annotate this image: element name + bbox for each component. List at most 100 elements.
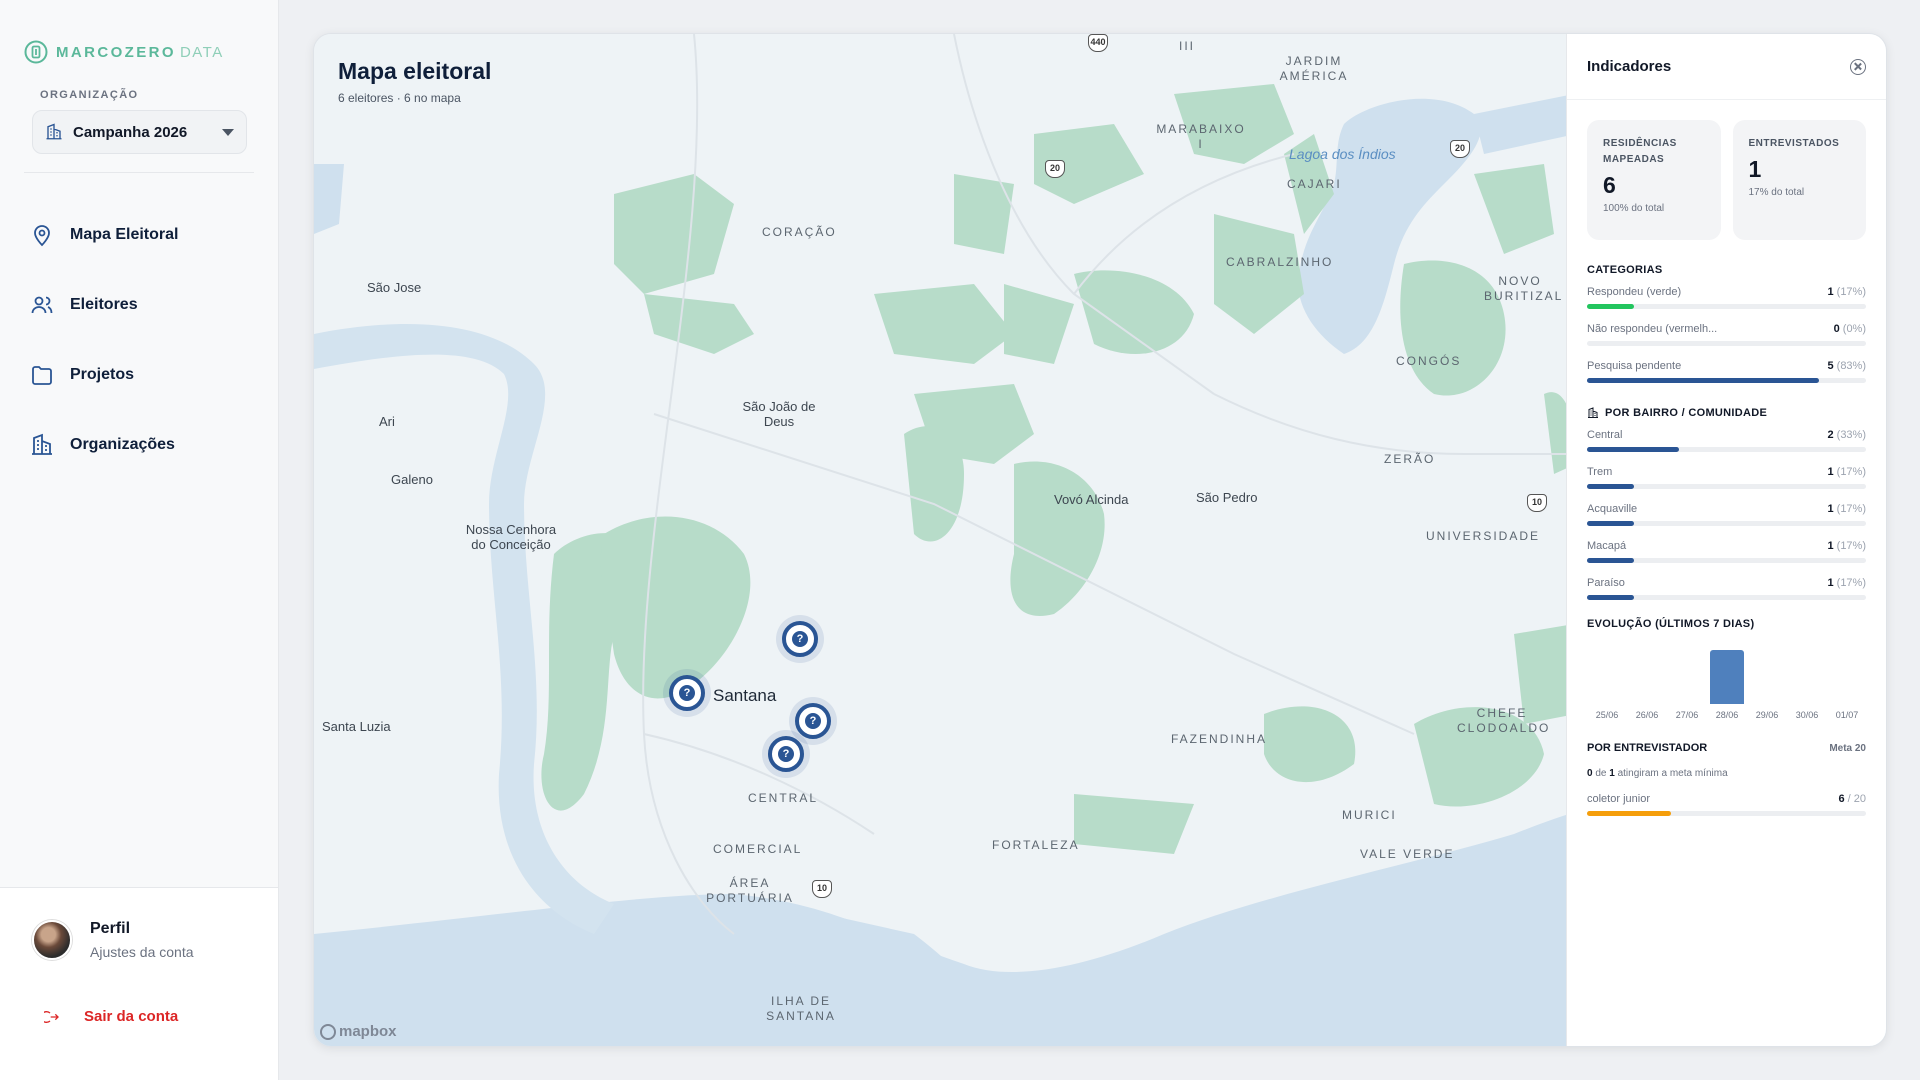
stat-label: RESIDÊNCIAS MAPEADAS <box>1603 138 1677 165</box>
row-label: Acquaville <box>1587 503 1638 515</box>
map-container[interactable]: São Jose Ari Galeno Nossa Cenhora do Con… <box>313 33 1887 1047</box>
place-label: III <box>1179 39 1196 53</box>
row-count: 1 (17%) <box>1827 503 1866 515</box>
section-title-evolucao: EVOLUÇÃO (ÚLTIMOS 7 DIAS) <box>1587 618 1755 630</box>
place-label: CABRALZINHO <box>1226 255 1334 269</box>
progress-track <box>1587 558 1866 563</box>
place-label: São João de Deus <box>742 399 816 429</box>
place-label: Galeno <box>391 472 433 487</box>
place-label: COMERCIAL <box>713 842 803 856</box>
org-select-value: Campanha 2026 <box>73 123 188 141</box>
progress-track <box>1587 521 1866 526</box>
place-label: ZERÃO <box>1384 452 1436 466</box>
section-title-bairro: POR BAIRRO / COMUNIDADE <box>1587 407 1866 419</box>
progress-fill <box>1587 378 1819 383</box>
avatar <box>32 920 72 960</box>
mapbox-label: mapbox <box>339 1023 397 1040</box>
place-label: São Jose <box>367 280 422 295</box>
close-icon[interactable] <box>1850 58 1866 75</box>
stat-card-entrevistados: ENTREVISTADOS 1 17% do total <box>1732 120 1866 240</box>
place-label: CORAÇÃO <box>762 225 837 239</box>
place-label: MARABAIXO I <box>1156 122 1246 151</box>
row-count: 1 (17%) <box>1827 286 1866 298</box>
row-label: Não respondeu (vermelh... <box>1587 323 1718 335</box>
question-icon: ? <box>805 713 821 729</box>
section-title-categorias: CATEGORIAS <box>1587 264 1663 276</box>
progress-track <box>1587 447 1866 452</box>
nav-item-projetos[interactable]: Projetos <box>30 340 260 410</box>
mapbox-logo-icon <box>320 1023 336 1040</box>
note-rest: atingiram a meta mínima <box>1617 768 1728 779</box>
interviewer-note: 0 de 1 atingiram a meta mínima <box>1587 768 1866 779</box>
brand-logo[interactable]: MARCOZERO DATA <box>24 40 224 64</box>
row-label: Paraíso <box>1587 577 1625 589</box>
place-label: ILHA DE SANTANA <box>766 994 836 1023</box>
org-label: ORGANIZAÇÃO <box>40 89 139 101</box>
progress-fill <box>1587 521 1635 526</box>
voter-marker[interactable]: ? <box>768 736 804 772</box>
place-label: ÁREA PORTUÁRIA <box>706 876 794 905</box>
progress-track <box>1587 811 1866 816</box>
evolution-day-label: 29/06 <box>1755 710 1779 720</box>
bairro-row: Paraíso 1 (17%) <box>1587 577 1866 600</box>
progress-fill <box>1587 595 1635 600</box>
row-label: Trem <box>1587 466 1613 478</box>
section-title-entrevistador: POR ENTREVISTADOR <box>1587 742 1708 754</box>
evolution-day-label: 01/07 <box>1835 710 1859 720</box>
question-icon: ? <box>792 631 808 647</box>
mapbox-attribution[interactable]: mapbox <box>320 1023 397 1040</box>
place-label: CHEFE CLODOALDO <box>1457 706 1551 735</box>
voter-marker[interactable]: ? <box>795 703 831 739</box>
logo-icon <box>24 40 48 64</box>
row-label: Macapá <box>1587 540 1627 552</box>
section-title-label: POR BAIRRO / COMUNIDADE <box>1605 407 1768 419</box>
indicators-panel: Indicadores RESIDÊNCIAS MAPEADAS 6 100% … <box>1566 34 1886 1046</box>
voter-marker[interactable]: ? <box>669 675 705 711</box>
road-shield: 440 <box>1088 34 1108 52</box>
nav-item-eleitores[interactable]: Eleitores <box>30 270 260 340</box>
nav-label: Organizações <box>70 436 175 453</box>
progress-track <box>1587 595 1866 600</box>
sidebar-footer: Perfil Ajustes da conta Sair da conta <box>0 887 278 1080</box>
road-shield: 10 <box>1527 494 1547 512</box>
place-label: Vovó Alcinda <box>1054 492 1129 507</box>
evolution-day-label: 26/06 <box>1635 710 1659 720</box>
profile-link[interactable]: Perfil Ajustes da conta <box>32 920 194 960</box>
row-count: 6 / 20 <box>1838 793 1866 805</box>
row-label: Respondeu (verde) <box>1587 286 1682 298</box>
progress-fill <box>1587 484 1635 489</box>
place-label: CENTRAL <box>748 791 819 805</box>
building-icon <box>32 433 52 455</box>
road-shield: 20 <box>1045 160 1065 178</box>
road-shield: 10 <box>812 880 832 898</box>
place-label: Santa Luzia <box>322 719 391 734</box>
bairro-row: Macapá 1 (17%) <box>1587 540 1866 563</box>
divider <box>24 172 254 173</box>
interviewer-list: coletor junior 6 / 20 <box>1587 793 1866 816</box>
progress-track <box>1587 378 1866 383</box>
nav-label: Mapa Eleitoral <box>70 226 179 243</box>
place-label: Santana <box>713 686 777 705</box>
note-achieved: 0 <box>1587 768 1593 779</box>
stat-card-residencias: RESIDÊNCIAS MAPEADAS 6 100% do total <box>1587 120 1721 240</box>
place-label: São Pedro <box>1196 490 1258 505</box>
row-count: 1 (17%) <box>1827 540 1866 552</box>
main-nav: Mapa Eleitoral Eleitores Projetos Organi… <box>30 200 260 480</box>
nav-item-mapa-eleitoral[interactable]: Mapa Eleitoral <box>30 200 260 270</box>
page-subtitle: 6 eleitores · 6 no mapa <box>338 91 461 105</box>
evolution-day-label: 28/06 <box>1715 710 1739 720</box>
brand-sub: DATA <box>179 43 224 61</box>
progress-fill <box>1587 811 1671 816</box>
logout-label: Sair da conta <box>84 1008 179 1025</box>
evolution-day-label: 30/06 <box>1795 710 1819 720</box>
profile-hint: Ajustes da conta <box>90 944 194 960</box>
nav-item-organizacoes[interactable]: Organizações <box>30 410 260 480</box>
org-select[interactable]: Campanha 2026 <box>32 110 247 154</box>
page-title: Mapa eleitoral <box>338 58 492 84</box>
question-icon: ? <box>778 746 794 762</box>
logout-button[interactable]: Sair da conta <box>44 1008 178 1025</box>
place-label: Nossa Cenhora do Conceição <box>465 522 557 552</box>
voter-marker[interactable]: ? <box>782 621 818 657</box>
row-label: coletor junior <box>1587 793 1650 805</box>
row-count: 5 (83%) <box>1827 360 1866 372</box>
